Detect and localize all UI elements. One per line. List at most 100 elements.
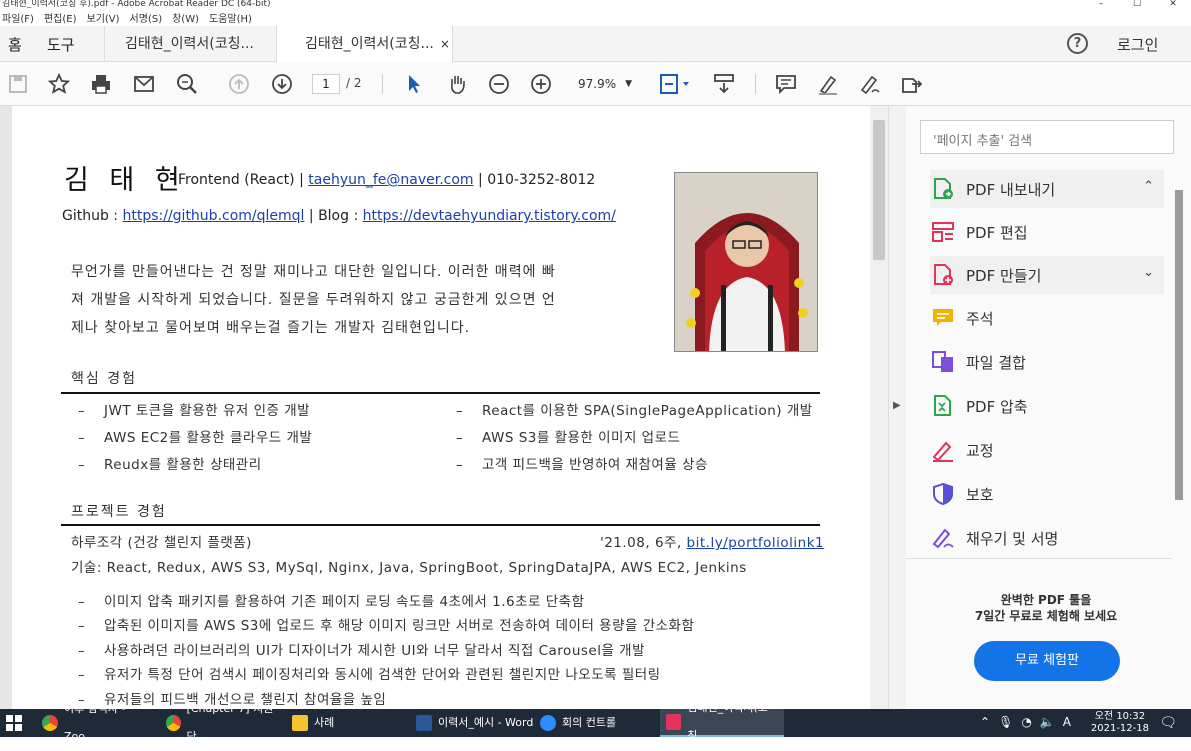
project-date: '21.08, 6주, bbox=[600, 535, 682, 551]
taskbar-item-folder[interactable]: 사례 bbox=[286, 709, 410, 737]
taskbar-label: 사례 bbox=[314, 716, 335, 729]
promo-line: 완벽한 PDF 툴을 bbox=[1000, 593, 1092, 607]
volume-icon[interactable]: 🔈 bbox=[1040, 715, 1055, 729]
project-name: 하루조각 (건강 챌린지 플랫폼) bbox=[71, 535, 252, 551]
zoom-search-icon[interactable] bbox=[175, 72, 199, 96]
tool-fill-sign[interactable]: 채우기 및 서명 bbox=[930, 519, 1164, 557]
tool-compress-pdf[interactable]: PDF 압축 bbox=[930, 387, 1164, 425]
maximize-button[interactable]: ☐ bbox=[1119, 0, 1155, 9]
github-link[interactable]: https://github.com/qlemql bbox=[122, 208, 304, 224]
page-up-icon[interactable] bbox=[227, 72, 251, 96]
core-item-text: React를 이용한 SPA(SinglePageApplication) 개발 bbox=[482, 403, 813, 419]
menu-help[interactable]: 도움말(H) bbox=[209, 10, 252, 25]
minimize-button[interactable]: – bbox=[1083, 0, 1119, 9]
windows-start-icon[interactable] bbox=[6, 715, 22, 731]
chevron-up-icon[interactable]: ⌃ bbox=[980, 715, 990, 729]
resume-name: 김 태 현 bbox=[64, 165, 186, 196]
panel-scrollbar-thumb[interactable] bbox=[1175, 190, 1183, 500]
star-icon[interactable] bbox=[47, 72, 71, 96]
panel-divider bbox=[906, 558, 1172, 559]
tool-edit-pdf[interactable]: PDF 편집 bbox=[930, 213, 1164, 251]
network-icon[interactable]: ◔ bbox=[1021, 715, 1031, 729]
tool-label: 채우기 및 서명 bbox=[966, 529, 1059, 548]
tool-combine-files[interactable]: 파일 결합 bbox=[930, 343, 1164, 381]
project-link[interactable]: bit.ly/portfoliolink1 bbox=[687, 535, 825, 551]
tool-protect[interactable]: 보호 bbox=[930, 475, 1164, 513]
menu-edit[interactable]: 편집(E) bbox=[44, 10, 77, 25]
comment-icon[interactable] bbox=[774, 72, 798, 96]
notification-icon[interactable]: 🗨 bbox=[1159, 715, 1177, 731]
highlight-icon[interactable] bbox=[816, 72, 840, 96]
core-item-text: AWS S3를 활용한 이미지 업로드 bbox=[482, 430, 681, 446]
close-window-button[interactable]: ✕ bbox=[1155, 0, 1191, 9]
tool-label: 주석 bbox=[966, 309, 994, 328]
input-language[interactable]: A bbox=[1063, 715, 1071, 729]
save-icon[interactable] bbox=[6, 72, 30, 96]
core-item: – JWT 토큰을 활용한 유저 인증 개발 bbox=[78, 399, 310, 419]
taskbar-item-chrome-zoom[interactable]: 이후 참석자 - Zoo... bbox=[36, 702, 160, 743]
zoom-in-icon[interactable] bbox=[529, 72, 553, 96]
toolbar: 1 / 2 97.9% ▼ bbox=[0, 62, 1191, 106]
taskbar-label: 이후 참석자 - Zoo... bbox=[63, 702, 126, 743]
panel-toggle[interactable]: ▶ bbox=[888, 106, 906, 709]
project-item: – 이미지 압축 패키지를 활용하여 기존 페이지 로딩 속도를 4초에서 1.6… bbox=[78, 590, 585, 610]
blog-link[interactable]: https://devtaehyundiary.tistory.com/ bbox=[363, 208, 616, 224]
bullet-dash: – bbox=[78, 457, 86, 473]
menu-view[interactable]: 보기(V) bbox=[87, 10, 120, 25]
free-trial-button[interactable]: 무료 체험판 bbox=[974, 641, 1120, 681]
tab-tools[interactable]: 도구 bbox=[47, 34, 75, 55]
print-icon[interactable] bbox=[89, 72, 113, 96]
phone-number: 010-3252-8012 bbox=[487, 172, 596, 188]
project-item: – 유저가 특정 단어 검색시 페이징처리와 동시에 검색한 단어와 관련된 챌린… bbox=[78, 663, 661, 683]
scrollbar-thumb[interactable] bbox=[873, 120, 885, 260]
taskbar-item-acrobat[interactable]: 김태현_이력서(코칭... bbox=[660, 701, 784, 742]
mail-icon[interactable] bbox=[132, 72, 156, 96]
microphone-icon[interactable]: 🎙 bbox=[998, 715, 1013, 729]
login-button[interactable]: 로그인 bbox=[1117, 34, 1158, 55]
menu-file[interactable]: 파일(F) bbox=[2, 10, 34, 25]
menu-sign[interactable]: 서명(S) bbox=[130, 10, 163, 25]
hand-icon[interactable] bbox=[445, 72, 469, 96]
tab-close-icon[interactable]: × bbox=[440, 37, 450, 51]
bullet-dash: – bbox=[78, 430, 86, 446]
pdf-page: 김 태 현 Frontend (React) | taehyun_fe@nave… bbox=[12, 106, 870, 709]
core-item: – React를 이용한 SPA(SinglePageApplication) 개… bbox=[456, 399, 813, 419]
tool-label: 보호 bbox=[966, 485, 994, 504]
chevron-down-icon[interactable]: ⌄ bbox=[1143, 265, 1154, 280]
scroll-mode-icon[interactable] bbox=[712, 72, 736, 96]
tab-home[interactable]: 홈 bbox=[8, 34, 22, 55]
taskbar-item-chrome-chapter[interactable]: [Chapter 7] 지원단... bbox=[160, 702, 284, 743]
menu-bar: 파일(F) 편집(E) 보기(V) 서명(S) 창(W) 도움말(H) bbox=[0, 8, 1191, 26]
fit-page-icon[interactable] bbox=[658, 72, 692, 96]
menu-window[interactable]: 창(W) bbox=[172, 10, 199, 25]
tab-document-2[interactable]: 김태현_이력서(코칭... × bbox=[276, 26, 453, 62]
sign-icon[interactable] bbox=[858, 72, 882, 96]
tab-document-1[interactable]: 김태현_이력서(코칭... bbox=[104, 26, 274, 62]
help-icon[interactable]: ? bbox=[1067, 33, 1088, 54]
profile-photo bbox=[674, 172, 818, 352]
export-pdf-icon bbox=[930, 176, 956, 202]
taskbar-item-word[interactable]: 이력서_예시 - Word bbox=[410, 709, 534, 737]
tool-export-pdf[interactable]: PDF 내보내기 ⌃ bbox=[930, 170, 1164, 208]
page-number-input[interactable]: 1 bbox=[312, 74, 340, 94]
share-icon[interactable] bbox=[900, 72, 924, 96]
tool-redact[interactable]: 교정 bbox=[930, 431, 1164, 469]
email-link[interactable]: taehyun_fe@naver.com bbox=[308, 172, 473, 188]
document-viewport[interactable]: 김 태 현 Frontend (React) | taehyun_fe@nave… bbox=[0, 106, 888, 709]
select-cursor-icon[interactable] bbox=[402, 72, 426, 96]
tab-label: 김태현_이력서(코칭... bbox=[125, 36, 254, 52]
taskbar-item-zoom-controls[interactable]: 회의 컨트롤 bbox=[534, 709, 658, 737]
taskbar: 이후 참석자 - Zoo... [Chapter 7] 지원단... 사례 이력… bbox=[0, 701, 1191, 743]
bullet-dash: – bbox=[78, 403, 86, 419]
section-title-core: 핵심 경험 bbox=[71, 371, 137, 387]
chevron-up-icon[interactable]: ⌃ bbox=[1143, 179, 1154, 194]
tool-create-pdf[interactable]: PDF 만들기 ⌄ bbox=[930, 256, 1164, 294]
zoom-out-icon[interactable] bbox=[487, 72, 511, 96]
zoom-select[interactable]: 97.9% ▼ bbox=[570, 74, 638, 94]
bullet-dash: – bbox=[456, 430, 464, 446]
toolbar-divider bbox=[755, 74, 756, 94]
tool-comment[interactable]: 주석 bbox=[930, 299, 1164, 337]
system-clock[interactable]: 오전 10:32 2021-12-18 bbox=[1091, 711, 1149, 735]
tool-search-input[interactable]: '페이지 추출' 검색 bbox=[920, 120, 1174, 154]
page-down-icon[interactable] bbox=[270, 72, 294, 96]
